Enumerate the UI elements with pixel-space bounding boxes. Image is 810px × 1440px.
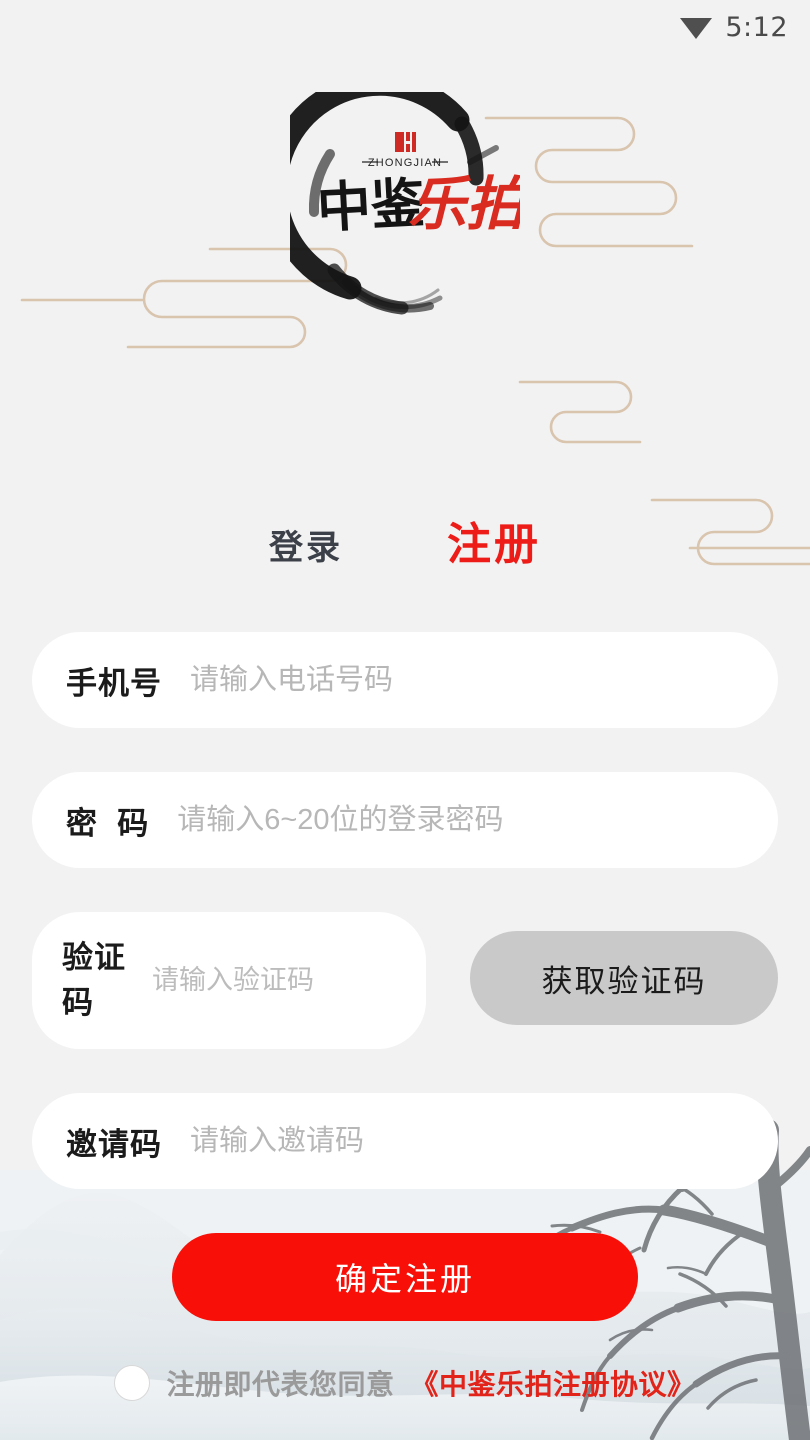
phone-field-row[interactable]: 手机号 [32, 632, 778, 728]
password-input[interactable] [177, 803, 744, 837]
phone-label: 手机号 [66, 665, 162, 701]
phone-input[interactable] [190, 663, 744, 697]
get-verify-code-button[interactable]: 获取验证码 [470, 931, 778, 1025]
tab-register[interactable]: 注册 [447, 508, 541, 572]
agreement-prefix-text: 注册即代表您同意 [166, 1369, 395, 1400]
status-bar-time: 5:12 [725, 11, 788, 43]
invite-code-input[interactable] [190, 1124, 744, 1158]
agreement-checkbox[interactable] [114, 1365, 151, 1401]
verify-code-row: 验证码 获取验证码 [32, 912, 778, 1049]
invite-code-label: 邀请码 [66, 1126, 162, 1162]
wifi-icon [680, 18, 713, 39]
status-bar: 5:12 [0, 0, 810, 54]
logo-brand-red: 乐拍 [408, 170, 520, 238]
submit-register-button[interactable]: 确定注册 [172, 1233, 638, 1321]
auth-tabs: 登录 注册 [0, 508, 810, 572]
invite-code-field-row[interactable]: 邀请码 [32, 1093, 778, 1189]
password-label: 密 码 [66, 805, 150, 841]
app-logo: ZHONGJIAN 中鉴 乐拍 [290, 92, 520, 322]
password-field-row[interactable]: 密 码 [32, 772, 778, 868]
seal-icon [395, 132, 416, 152]
verify-code-label: 验证码 [62, 939, 126, 1020]
logo-pinyin: ZHONGJIAN [368, 157, 442, 169]
agreement-link[interactable]: 《中鉴乐拍注册协议》 [411, 1363, 696, 1403]
enso-brush-circle-icon: ZHONGJIAN 中鉴 乐拍 [290, 92, 520, 315]
agreement-row: 注册即代表您同意 《中鉴乐拍注册协议》 [32, 1363, 778, 1403]
verify-code-field[interactable]: 验证码 [32, 912, 426, 1049]
tab-login[interactable]: 登录 [269, 520, 343, 569]
verify-code-input[interactable] [152, 965, 396, 996]
register-form: 手机号 密 码 验证码 获取验证码 邀请码 确定注册 注册即代表您同意 《中鉴乐… [32, 632, 778, 1403]
